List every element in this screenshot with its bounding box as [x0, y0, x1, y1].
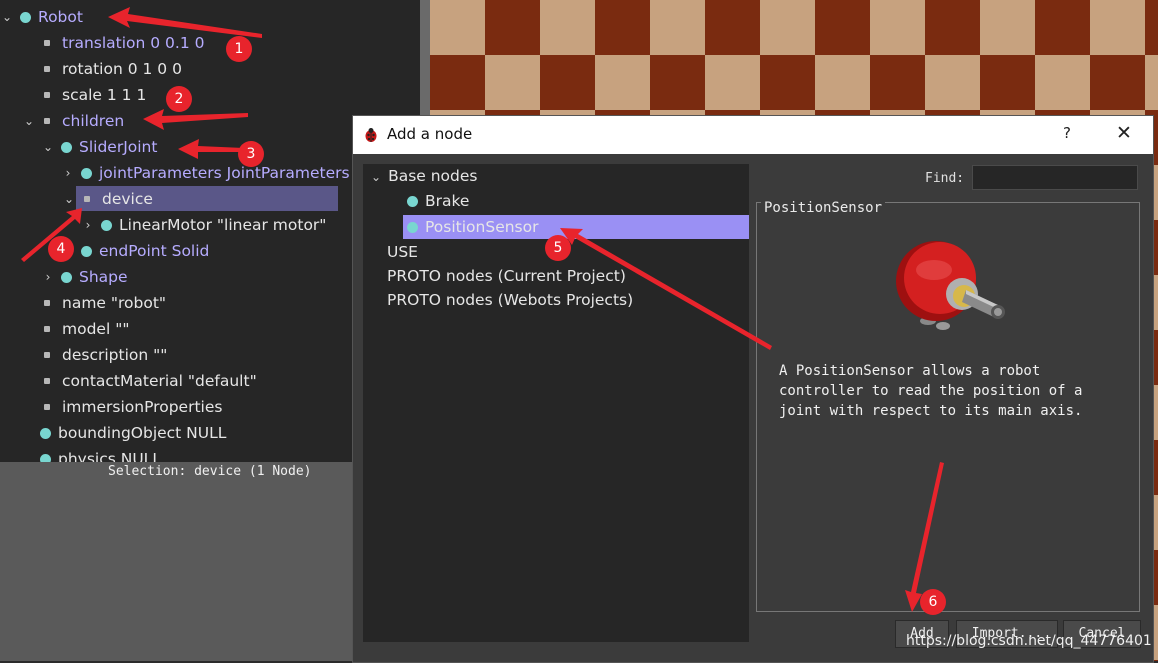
tree-field-jointparameters[interactable]: › jointParameters JointParameters: [66, 161, 350, 185]
selection-status: Selection: device (1 Node): [108, 464, 312, 479]
field-icon: [44, 326, 50, 332]
list-item-proto-current[interactable]: PROTO nodes (Current Project): [387, 264, 626, 288]
close-button[interactable]: ✕: [1113, 122, 1135, 144]
node-icon: [81, 168, 92, 179]
field-icon: [44, 378, 50, 384]
list-item-brake[interactable]: Brake: [407, 189, 469, 213]
tree-field-description[interactable]: description "": [42, 343, 167, 367]
tree-field-children[interactable]: ⌄ children: [24, 109, 124, 133]
chevron-down-icon[interactable]: ⌄: [371, 170, 381, 184]
annotation-badge-5: 5: [545, 235, 571, 261]
tree-field-scale[interactable]: scale 1 1 1: [42, 83, 146, 107]
annotation-badge-4: 4: [48, 236, 74, 262]
chevron-right-icon[interactable]: ›: [61, 161, 75, 185]
annotation-badge-1: 1: [226, 36, 252, 62]
tree-node-robot[interactable]: ⌄ Robot: [2, 5, 83, 29]
tree-field-rotation[interactable]: rotation 0 1 0 0: [42, 57, 182, 81]
tree-field-boundingobject[interactable]: boundingObject NULL: [40, 421, 226, 445]
tree-node-sliderjoint[interactable]: ⌄ SliderJoint: [43, 135, 158, 159]
list-item-use[interactable]: USE: [387, 240, 418, 264]
annotation-badge-6: 6: [920, 589, 946, 615]
list-item-base-nodes[interactable]: ⌄ Base nodes: [371, 164, 478, 188]
chevron-down-icon[interactable]: ⌄: [22, 109, 36, 133]
tree-field-immersionproperties[interactable]: immersionProperties: [42, 395, 222, 419]
tree-field-endpoint[interactable]: endPoint Solid: [81, 239, 209, 263]
chevron-down-icon[interactable]: ⌄: [62, 187, 76, 211]
field-icon: [44, 66, 50, 72]
field-icon: [44, 300, 50, 306]
chevron-down-icon[interactable]: ⌄: [0, 5, 14, 29]
chevron-right-icon[interactable]: ›: [81, 213, 95, 237]
tree-field-translation[interactable]: translation 0 0.1 0: [42, 31, 205, 55]
tree-field-physics[interactable]: physics NULL: [40, 447, 161, 462]
info-description: A PositionSensor allows a robot controll…: [779, 363, 1083, 419]
tree-node-shape[interactable]: › Shape: [46, 265, 128, 289]
node-icon: [101, 220, 112, 231]
tree-node-linearmotor[interactable]: › LinearMotor "linear motor": [86, 213, 327, 237]
watermark: https://blog.csdn.net/qq_44776401: [906, 633, 1152, 649]
chevron-down-icon[interactable]: ⌄: [41, 135, 55, 159]
field-icon: [44, 352, 50, 358]
dialog-titlebar[interactable]: Add a node ? ✕: [353, 116, 1153, 154]
chevron-right-icon[interactable]: ›: [41, 265, 55, 289]
node-icon: [81, 246, 92, 257]
info-title: PositionSensor: [761, 200, 886, 216]
scrollbar-handle[interactable]: [420, 0, 430, 120]
webots-bug-icon: [365, 128, 377, 142]
node-icon: [40, 454, 51, 462]
node-icon: [61, 272, 72, 283]
tree-field-contactmaterial[interactable]: contactMaterial "default": [42, 369, 257, 393]
list-item-proto-webots[interactable]: PROTO nodes (Webots Projects): [387, 288, 633, 312]
field-icon: [44, 404, 50, 410]
list-item-positionsensor[interactable]: PositionSensor: [407, 215, 538, 239]
position-sensor-image: [896, 241, 1005, 330]
annotation-badge-2: 2: [166, 86, 192, 112]
find-label: Find:: [925, 171, 965, 186]
tree-field-model[interactable]: model "": [42, 317, 129, 341]
dialog-title: Add a node: [387, 125, 473, 143]
add-node-dialog: Add a node ? ✕ ⌄ Base nodes Brake Positio…: [352, 115, 1154, 663]
field-icon: [44, 92, 50, 98]
find-input[interactable]: [972, 165, 1138, 190]
field-icon: [84, 196, 90, 202]
node-icon: [407, 196, 418, 207]
field-icon: [44, 40, 50, 46]
node-icon: [407, 222, 418, 233]
tree-field-name[interactable]: name "robot": [42, 291, 166, 315]
field-icon: [44, 118, 50, 124]
help-button[interactable]: ?: [1057, 124, 1077, 142]
tree-field-device[interactable]: ⌄ device: [64, 187, 153, 211]
node-icon: [61, 142, 72, 153]
node-icon: [20, 12, 31, 23]
node-icon: [40, 428, 51, 439]
annotation-badge-3: 3: [238, 141, 264, 167]
